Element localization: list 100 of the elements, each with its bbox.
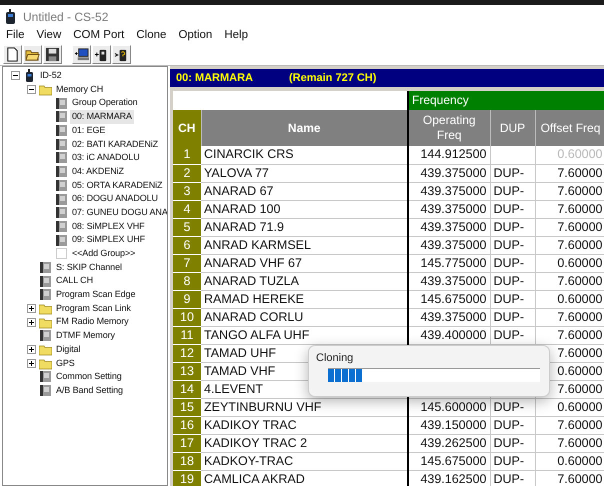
- table-cell: 7.60000: [535, 416, 604, 434]
- tree-item[interactable]: <<Add Group>>: [70, 247, 138, 261]
- table-cell: ANARAD VHF 67: [201, 254, 408, 272]
- table-cell: 7.60000: [535, 218, 604, 236]
- expand-icon[interactable]: [26, 345, 36, 354]
- tree-item[interactable]: DTMF Memory: [54, 329, 117, 343]
- table-cell: DUP-: [490, 434, 535, 452]
- menu-item[interactable]: File: [0, 27, 31, 45]
- column-header[interactable]: CH: [173, 110, 201, 146]
- radio-icon: [23, 69, 36, 82]
- pc-transfer-button[interactable]: [72, 45, 91, 64]
- memory-icon: [39, 384, 52, 398]
- memory-icon: [39, 329, 52, 342]
- collapse-icon[interactable]: [26, 85, 36, 94]
- table-cell: CINARCIK CRS: [201, 146, 408, 164]
- tree-item[interactable]: 02: BATI KARADENiZ: [70, 138, 160, 152]
- menu-item[interactable]: Help: [218, 27, 254, 45]
- channel-number: 19: [173, 470, 201, 486]
- tree-item[interactable]: S: SKIP Channel: [54, 260, 124, 274]
- table-cell: 439.375000: [408, 272, 490, 290]
- tree-item[interactable]: Group Operation: [70, 96, 140, 110]
- tree-item[interactable]: ID-52: [38, 69, 64, 83]
- handset-transfer-button[interactable]: [92, 45, 111, 64]
- table-cell: 439.375000: [408, 182, 490, 200]
- table-cell: ANARAD 67: [201, 182, 408, 200]
- expand-icon[interactable]: [26, 304, 36, 314]
- table-cell: 7.60000: [535, 236, 604, 254]
- table-cell: CAMLICA AKRAD: [201, 470, 408, 486]
- tree-item[interactable]: 03: iC ANADOLU: [70, 151, 142, 165]
- memory-icon: [39, 260, 52, 274]
- window-title: Untitled - CS-52: [23, 8, 108, 26]
- table-cell: 439.375000: [408, 236, 490, 254]
- memory-icon: [55, 192, 68, 206]
- save-button[interactable]: [43, 45, 62, 64]
- tree-item[interactable]: 01: EGE: [70, 124, 108, 138]
- tree-item[interactable]: 06: DOGU ANADOLU: [70, 192, 160, 206]
- tree-item[interactable]: Program Scan Edge: [54, 288, 138, 302]
- memory-icon: [55, 206, 68, 220]
- table-cell: DUP-: [490, 218, 535, 236]
- new-file-icon: [5, 47, 20, 62]
- channel-number: 8: [173, 272, 201, 290]
- table-cell: 439.375000: [408, 164, 490, 182]
- table-cell: 145.675000: [408, 290, 490, 308]
- tree-item[interactable]: 04: AKDENiZ: [70, 164, 126, 178]
- tree-item[interactable]: A/B Band Setting: [54, 384, 125, 398]
- channel-number: 10: [173, 308, 201, 326]
- tree-item[interactable]: 05: ORTA KARADENiZ: [70, 178, 164, 192]
- tree-item[interactable]: GPS: [54, 356, 77, 370]
- tree-item[interactable]: 09: SiMPLEX UHF: [70, 233, 148, 247]
- table-cell: 7.60000: [535, 272, 604, 290]
- handset-transfer-icon: [94, 47, 109, 62]
- menu-item[interactable]: View: [30, 27, 68, 45]
- channel-number: 17: [173, 434, 201, 452]
- tree-item[interactable]: 00: MARMARA: [70, 110, 134, 124]
- table-cell: 7.60000: [535, 308, 604, 326]
- column-header[interactable]: Operating Freq: [408, 110, 490, 146]
- table-cell: 0.60000: [535, 290, 604, 308]
- table-cell: 7.60000: [535, 200, 604, 218]
- handset-query-button[interactable]: [112, 45, 131, 64]
- column-header[interactable]: Offset Freq: [535, 110, 604, 146]
- memory-icon: [55, 110, 68, 124]
- memory-icon: [39, 274, 52, 288]
- table-cell: DUP-: [490, 164, 535, 182]
- collapse-icon[interactable]: [10, 71, 20, 80]
- folder-icon: [39, 343, 52, 356]
- channel-number: 13: [173, 362, 201, 380]
- tree-item[interactable]: FM Radio Memory: [54, 315, 131, 329]
- channel-number: 2: [173, 164, 201, 182]
- table-cell: 145.775000: [408, 254, 490, 272]
- tree-item[interactable]: Digital: [54, 342, 82, 356]
- column-header[interactable]: Name: [201, 110, 408, 146]
- table-cell: ANARAD CORLU: [201, 308, 408, 326]
- save-icon: [45, 47, 60, 62]
- new-file-button[interactable]: [3, 45, 22, 64]
- blank-icon: [55, 247, 68, 260]
- channel-number: 4: [173, 200, 201, 218]
- table-cell: DUP-: [490, 290, 535, 308]
- expand-icon[interactable]: [26, 358, 36, 368]
- menu-item[interactable]: Clone: [130, 27, 172, 45]
- table-cell: 7.60000: [535, 326, 604, 344]
- table-cell: ANRAD KARMSEL: [201, 236, 408, 254]
- table-cell: DUP-: [490, 308, 535, 326]
- menu-item[interactable]: COM Port: [67, 27, 130, 45]
- memory-icon: [55, 220, 68, 233]
- tree-item[interactable]: Program Scan Link: [54, 302, 133, 316]
- menu-item[interactable]: Option: [172, 27, 218, 45]
- channel-number: 6: [173, 236, 201, 254]
- column-header[interactable]: DUP: [490, 110, 535, 146]
- expand-icon[interactable]: [26, 318, 36, 327]
- tree-item[interactable]: CALL CH: [54, 274, 95, 288]
- tree-item[interactable]: 08: SiMPLEX VHF: [70, 220, 147, 234]
- channel-number: 9: [173, 290, 201, 308]
- table-cell: ANARAD 100: [201, 200, 408, 218]
- channel-number: 3: [173, 182, 201, 200]
- table-cell: 439.150000: [408, 416, 490, 434]
- tree-item[interactable]: Common Setting: [54, 370, 124, 384]
- tree-item[interactable]: Memory CH: [54, 82, 106, 96]
- memory-icon: [55, 138, 68, 151]
- channel-number: 18: [173, 452, 201, 470]
- open-folder-button[interactable]: [23, 45, 42, 64]
